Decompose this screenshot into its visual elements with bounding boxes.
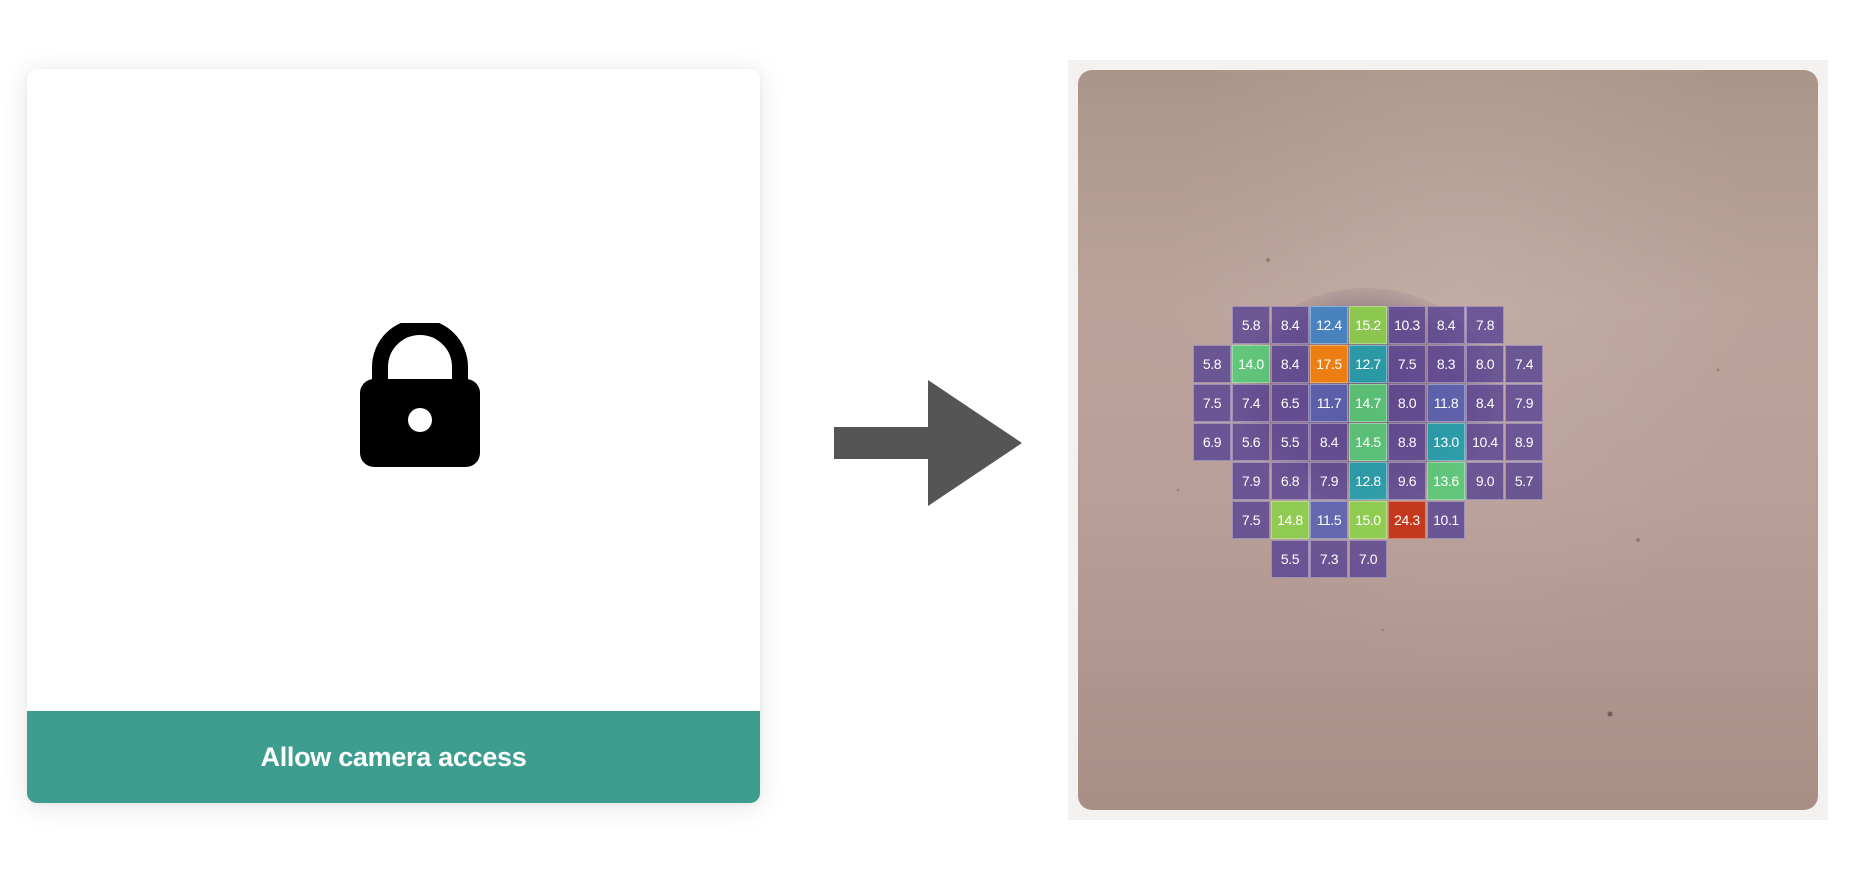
heatmap-cell: 8.9: [1505, 423, 1543, 461]
heatmap-cell: 15.2: [1349, 306, 1387, 344]
heatmap-cell: 9.0: [1466, 462, 1504, 500]
heatmap-cell: 13.6: [1427, 462, 1465, 500]
heatmap-cell: 12.7: [1349, 345, 1387, 383]
heatmap-cell: 6.8: [1271, 462, 1309, 500]
heatmap-cell: 12.8: [1349, 462, 1387, 500]
heatmap-cell: 6.5: [1271, 384, 1309, 422]
heatmap-cell: 8.4: [1271, 345, 1309, 383]
heatmap-cell: 7.4: [1505, 345, 1543, 383]
heatmap-cell: 8.8: [1388, 423, 1426, 461]
lock-icon: [340, 319, 500, 473]
heatmap-cell: 9.6: [1388, 462, 1426, 500]
heatmap-cell: 14.7: [1349, 384, 1387, 422]
camera-preview: 5.8 8.4 12.4 15.2 10.3 8.4 7.8 5.8 14.0 8.4 17.5 12…: [1078, 70, 1818, 810]
heatmap-cell: 8.4: [1271, 306, 1309, 344]
heatmap-cell: 7.5: [1388, 345, 1426, 383]
heatmap-cell: 5.8: [1232, 306, 1270, 344]
heatmap-cell: 7.3: [1310, 540, 1348, 578]
heatmap-cell: 8.4: [1427, 306, 1465, 344]
heatmap-cell: 14.0: [1232, 345, 1270, 383]
heatmap-cell: 10.3: [1388, 306, 1426, 344]
heatmap-cell: 7.9: [1505, 384, 1543, 422]
heatmap-cell: 8.4: [1310, 423, 1348, 461]
heatmap-cell: 11.5: [1310, 501, 1348, 539]
heatmap-cell: 10.4: [1466, 423, 1504, 461]
heatmap-cell: 7.9: [1232, 462, 1270, 500]
heatmap-cell: 10.1: [1427, 501, 1465, 539]
heatmap-cell: 12.4: [1310, 306, 1348, 344]
heatmap-cell: 7.0: [1349, 540, 1387, 578]
heatmap-cell: 11.7: [1310, 384, 1348, 422]
heatmap-cell: 5.8: [1193, 345, 1231, 383]
camera-permission-card: Allow camera access: [27, 69, 760, 803]
heatmap-cell: 7.4: [1232, 384, 1270, 422]
heatmap-cell: 15.0: [1349, 501, 1387, 539]
heatmap-cell: 8.0: [1388, 384, 1426, 422]
heatmap-cell: 7.8: [1466, 306, 1504, 344]
heatmap-cell: 7.5: [1193, 384, 1231, 422]
heatmap-cell: 6.9: [1193, 423, 1231, 461]
heatmap-cell: 5.7: [1505, 462, 1543, 500]
heatmap-cell: 8.3: [1427, 345, 1465, 383]
allow-camera-access-button[interactable]: Allow camera access: [27, 711, 760, 803]
arrow-right-icon: [834, 380, 1022, 506]
heatmap-cell: 7.5: [1232, 501, 1270, 539]
heatmap-cell: 24.3: [1388, 501, 1426, 539]
heatmap-cell: 13.0: [1427, 423, 1465, 461]
heatmap-cell: 11.8: [1427, 384, 1465, 422]
heatmap-cell: 5.5: [1271, 423, 1309, 461]
heatmap-cell: 14.5: [1349, 423, 1387, 461]
heatmap-cell: 7.9: [1310, 462, 1348, 500]
heatmap-cell: 17.5: [1310, 345, 1348, 383]
heatmap-cell: 14.8: [1271, 501, 1309, 539]
heatmap-cell: 8.4: [1466, 384, 1504, 422]
heatmap-cell: 8.0: [1466, 345, 1504, 383]
heatmap-cell: 5.5: [1271, 540, 1309, 578]
heatmap-cell: 5.6: [1232, 423, 1270, 461]
